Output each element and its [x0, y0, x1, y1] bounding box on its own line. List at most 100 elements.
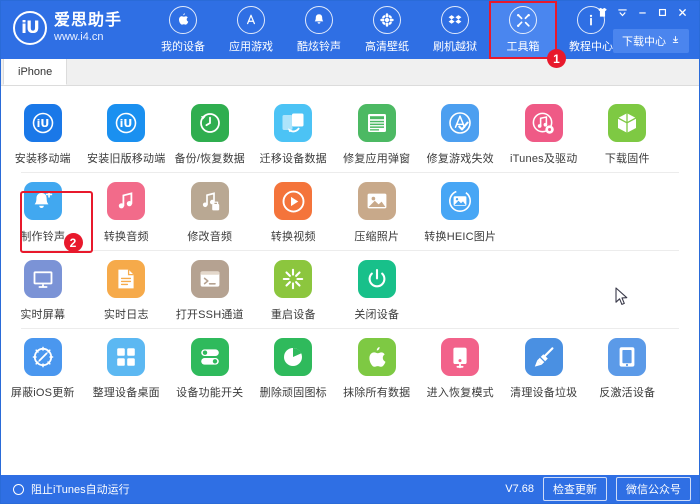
- main-nav: 我的设备 应用游戏 酷炫铃声 高清壁纸 刷机越狱 工具箱 1 教程中心: [149, 1, 625, 68]
- close-icon[interactable]: [673, 5, 691, 20]
- download-center-label: 下载中心: [622, 36, 666, 48]
- version-label: V7.68: [505, 483, 534, 495]
- device-deactivate-icon: [608, 338, 647, 376]
- tool-item-1-7[interactable]: iTunes及驱动: [502, 94, 586, 172]
- tool-item-label: 清理设备垃圾: [510, 387, 578, 399]
- tool-item-label: 转换HEIC图片: [424, 231, 497, 243]
- nav-item-label: 工具箱: [506, 41, 540, 53]
- flower-icon: [373, 6, 401, 34]
- nav-item-2[interactable]: 应用游戏: [217, 1, 285, 59]
- tool-item-label: 备份/恢复数据: [174, 153, 245, 165]
- tool-item-1-3[interactable]: 备份/恢复数据: [168, 94, 252, 172]
- tab-iphone[interactable]: iPhone: [3, 58, 68, 85]
- tool-item-label: 屏蔽iOS更新: [10, 387, 75, 399]
- tool-item-label: 下载固件: [604, 153, 650, 165]
- svg-text:iU: iU: [120, 117, 133, 130]
- tool-item-1-4[interactable]: 迁移设备数据: [252, 94, 336, 172]
- nav-item-5[interactable]: 刷机越狱: [421, 1, 489, 59]
- tool-item-label: 转换音频: [103, 231, 149, 243]
- play-circle-icon: [274, 182, 313, 220]
- tool-item-4-7[interactable]: 清理设备垃圾: [502, 328, 586, 406]
- i4-assistant-window: iU 爱思助手 www.i4.cn 我的设备 应用游戏 酷炫铃声 高清壁纸 刷机越狱 工具…: [0, 0, 700, 504]
- nav-item-label: 教程中心: [569, 41, 613, 53]
- tool-item-label: 安装旧版移动端: [87, 153, 166, 165]
- nav-item-6[interactable]: 工具箱 1: [489, 1, 566, 68]
- broom-icon: [524, 338, 563, 376]
- tool-item-label: 制作铃声: [20, 231, 66, 243]
- brand-name: 爱思助手: [54, 12, 123, 29]
- tool-item-label: 设备功能开关: [176, 387, 244, 399]
- tool-item-4-6[interactable]: 进入恢复模式: [419, 328, 503, 406]
- tool-item-2-3[interactable]: 修改音频: [168, 172, 252, 250]
- svg-text:iU: iU: [36, 117, 49, 130]
- tool-item-label: 实时日志: [103, 309, 149, 321]
- tool-item-1-5[interactable]: 修复应用弹窗: [335, 94, 419, 172]
- tool-item-4-2[interactable]: 整理设备桌面: [85, 328, 169, 406]
- tool-item-2-2[interactable]: 转换音频: [85, 172, 169, 250]
- i4-blue-icon: iU: [107, 104, 146, 142]
- itunes-gear-icon: [524, 104, 563, 142]
- tool-item-2-1[interactable]: 制作铃声 2: [1, 172, 85, 252]
- app-header: iU 爱思助手 www.i4.cn 我的设备 应用游戏 酷炫铃声 高清壁纸 刷机越狱 工具…: [1, 1, 699, 68]
- tool-item-label: 迁移设备数据: [259, 153, 327, 165]
- window-controls: [593, 5, 691, 20]
- tab-label: iPhone: [18, 65, 53, 78]
- tool-item-label: 实时屏幕: [20, 309, 66, 321]
- tool-item-label: 修复游戏失效: [426, 153, 494, 165]
- appstore-icon: [237, 6, 265, 34]
- tool-item-4-8[interactable]: 反激活设备: [586, 328, 670, 406]
- tool-item-label: 进入恢复模式: [426, 387, 494, 399]
- terminal-icon: [190, 260, 229, 298]
- nav-item-label: 我的设备: [161, 41, 205, 53]
- apple-icon: [169, 6, 197, 34]
- check-update-button[interactable]: 检查更新: [543, 477, 607, 501]
- brand-logo-icon: iU: [13, 11, 47, 45]
- tool-item-2-6[interactable]: 转换HEIC图片: [419, 172, 503, 250]
- tool-item-label: 修复应用弹窗: [343, 153, 411, 165]
- apple-green-icon: [357, 338, 396, 376]
- bell-icon: [305, 6, 333, 34]
- device-recovery-icon: [441, 338, 480, 376]
- maximize-icon[interactable]: [653, 5, 671, 20]
- brand-text: 爱思助手 www.i4.cn: [54, 13, 122, 43]
- tool-item-3-3[interactable]: 打开SSH通道: [168, 250, 252, 328]
- nav-item-1[interactable]: 我的设备: [149, 1, 217, 59]
- tool-item-4-3[interactable]: 设备功能开关: [168, 328, 252, 406]
- tool-item-3-5[interactable]: 关闭设备: [335, 250, 419, 328]
- tool-item-3-4[interactable]: 重启设备: [252, 250, 336, 328]
- tool-item-label: 转换视频: [270, 231, 316, 243]
- nav-item-label: 刷机越狱: [433, 41, 477, 53]
- tool-item-2-5[interactable]: 压缩照片: [335, 172, 419, 250]
- appleid-card-icon: [357, 104, 396, 142]
- tool-item-3-2[interactable]: 实时日志: [85, 250, 169, 328]
- tool-item-label: 安装移动端: [14, 153, 71, 165]
- toolbox-row-4: 屏蔽iOS更新 整理设备桌面 设备功能开关 删除顽固图标 抹除所有数据 进入恢复模式 清理设…: [1, 328, 699, 406]
- tool-item-1-2[interactable]: iU 安装旧版移动端: [85, 94, 169, 172]
- pie-icon: [274, 338, 313, 376]
- switches-icon: [190, 338, 229, 376]
- minimize-icon[interactable]: [633, 5, 651, 20]
- menu-icon[interactable]: [613, 5, 631, 20]
- nav-item-3[interactable]: 酷炫铃声: [285, 1, 353, 59]
- tool-item-4-5[interactable]: 抹除所有数据: [335, 328, 419, 406]
- tool-item-label: 整理设备桌面: [92, 387, 160, 399]
- skin-icon[interactable]: [593, 5, 611, 20]
- download-center-button[interactable]: 下载中心: [613, 29, 689, 53]
- tool-item-1-6[interactable]: 修复游戏失效: [419, 94, 503, 172]
- tool-item-4-1[interactable]: 屏蔽iOS更新: [1, 328, 85, 406]
- tool-item-3-1[interactable]: 实时屏幕: [1, 250, 85, 328]
- tool-item-4-4[interactable]: 删除顽固图标: [252, 328, 336, 406]
- power-icon: [357, 260, 396, 298]
- wechat-button[interactable]: 微信公众号: [616, 477, 691, 501]
- tool-item-2-4[interactable]: 转换视频: [252, 172, 336, 250]
- tool-item-1-8[interactable]: 下载固件: [586, 94, 670, 172]
- nav-item-4[interactable]: 高清壁纸: [353, 1, 421, 59]
- brand: iU 爱思助手 www.i4.cn: [1, 1, 149, 45]
- tool-item-1-1[interactable]: iU 安装移动端: [1, 94, 85, 172]
- music-note-icon: [107, 182, 146, 220]
- nav-item-label: 高清壁纸: [365, 41, 409, 53]
- monitor-icon: [23, 260, 62, 298]
- tool-item-label: 反激活设备: [599, 387, 656, 399]
- download-arrow-icon: [671, 35, 680, 47]
- block-itunes-toggle[interactable]: 阻止iTunes自动运行: [13, 481, 130, 497]
